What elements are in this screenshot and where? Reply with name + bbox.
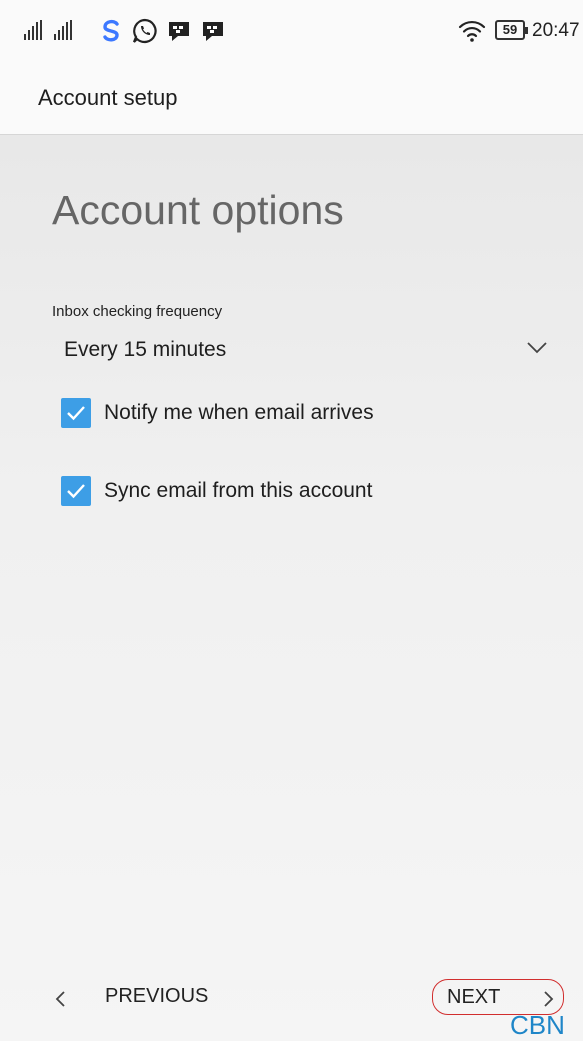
previous-button[interactable]: PREVIOUS bbox=[48, 977, 238, 1017]
battery-icon: 59 bbox=[495, 20, 528, 40]
whatsapp-icon bbox=[132, 18, 157, 44]
signal-icon bbox=[24, 20, 72, 40]
previous-button-label: PREVIOUS bbox=[105, 985, 209, 1007]
next-button-label: NEXT bbox=[447, 986, 501, 1008]
checkbox-checked-icon bbox=[61, 398, 91, 428]
account-options-panel: Account options Inbox checking frequency… bbox=[0, 135, 583, 1041]
skype-icon bbox=[103, 19, 119, 42]
watermark-text: CBN bbox=[510, 1010, 565, 1040]
checkbox-checked-icon bbox=[61, 476, 91, 506]
wifi-icon bbox=[458, 20, 486, 42]
frequency-selected-value: Every 15 minutes bbox=[64, 338, 227, 361]
sync-checkbox-label: Sync email from this account bbox=[104, 479, 373, 502]
sync-checkbox[interactable]: Sync email from this account bbox=[61, 473, 521, 509]
chevron-right-icon bbox=[544, 991, 554, 1007]
notify-checkbox-label: Notify me when email arrives bbox=[104, 401, 374, 424]
bbm-icon bbox=[169, 22, 189, 41]
app-bar-title: Account setup bbox=[38, 85, 178, 110]
chevron-left-icon bbox=[55, 991, 65, 1007]
bbm-icon bbox=[203, 22, 223, 41]
chevron-down-icon bbox=[527, 342, 547, 354]
app-bar: Account setup bbox=[0, 62, 583, 135]
frequency-dropdown[interactable]: Every 15 minutes bbox=[52, 331, 552, 367]
page-title: Account options bbox=[52, 187, 344, 233]
frequency-label: Inbox checking frequency bbox=[52, 303, 223, 320]
notify-checkbox[interactable]: Notify me when email arrives bbox=[61, 395, 521, 431]
status-clock: 20:47 bbox=[532, 20, 580, 41]
status-bar: 59 20:47 bbox=[0, 0, 583, 62]
